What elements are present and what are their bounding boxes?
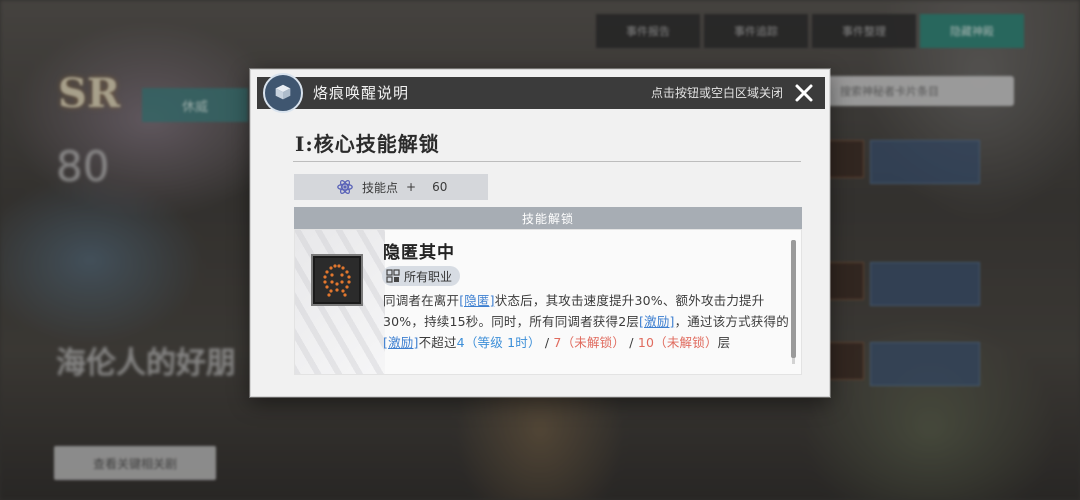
desc-text: 同调者在离开 <box>383 293 460 308</box>
scrollbar[interactable] <box>791 240 796 364</box>
close-icon <box>795 84 813 102</box>
grid-icon <box>386 269 400 283</box>
skill-points-label: 技能点 <box>362 180 399 195</box>
level-separator: / <box>540 335 554 350</box>
close-hint: 点击按钮或空白区域关闭 <box>650 86 783 100</box>
skill-name: 隐匿其中 <box>383 243 455 263</box>
class-tag-label: 所有职业 <box>404 269 453 284</box>
keyword-link-inspire[interactable]: [激励] <box>639 314 675 329</box>
skill-points-bar: 技能点 + 60 <box>294 174 488 200</box>
level-value-locked: 10（未解锁） <box>637 335 718 350</box>
level-separator: / <box>625 335 638 350</box>
atom-icon <box>337 179 353 195</box>
desc-text: 层 <box>717 335 731 350</box>
skill-ghost-icon <box>311 254 363 306</box>
class-tag: 所有职业 <box>382 266 461 286</box>
level-value-locked: 7（未解锁） <box>553 335 626 350</box>
skill-description: 同调者在离开[隐匿]状态后，其攻击速度提升30%、额外攻击力提升30%，持续15… <box>383 290 789 353</box>
desc-text: ，通过该方式获得的 <box>674 314 789 329</box>
close-button[interactable] <box>791 80 817 106</box>
book-icon <box>263 73 303 113</box>
keyword-link-inspire[interactable]: [激励] <box>383 335 419 350</box>
skill-points-plus: + <box>406 180 417 194</box>
section-title: I:核心技能解锁 <box>295 132 440 156</box>
skill-points-value: 60 <box>432 180 448 194</box>
scrollbar-thumb[interactable] <box>791 240 796 358</box>
dialog-title: 烙痕唤醒说明 <box>313 84 410 102</box>
section-divider <box>293 161 801 162</box>
skill-unlock-header: 技能解锁 <box>294 207 802 229</box>
dialog-header: 烙痕唤醒说明 点击按钮或空白区域关闭 <box>257 73 825 113</box>
skill-card: 隐匿其中 所有职业 同调者在离开[隐匿]状态后，其攻击速度提升30%、额外攻击力… <box>294 229 802 375</box>
desc-text: 不超过 <box>418 335 457 350</box>
awakening-info-dialog: 烙痕唤醒说明 点击按钮或空白区域关闭 I:核心技能解锁 技能点 + 60 技能解… <box>250 69 830 397</box>
keyword-link-stealth[interactable]: [隐匿] <box>459 293 495 308</box>
level-value-unlocked: 4（等级 1时） <box>456 335 541 350</box>
